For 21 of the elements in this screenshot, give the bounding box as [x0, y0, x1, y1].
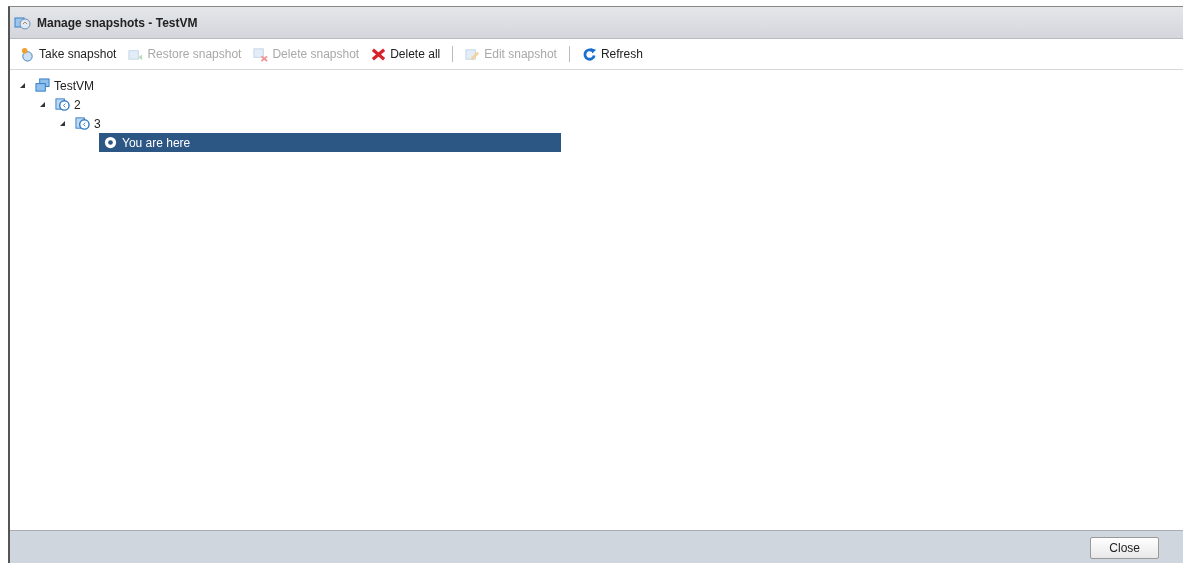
expand-toggle[interactable]: [60, 121, 65, 126]
expand-toggle[interactable]: [20, 83, 25, 88]
delete-icon: [253, 46, 269, 62]
location-icon: [103, 135, 118, 150]
edit-icon: [465, 46, 481, 62]
refresh-icon: [581, 46, 597, 62]
vm-icon: [35, 78, 50, 93]
snapshot-icon: [75, 116, 90, 131]
toolbar-button[interactable]: Take snapshot: [16, 44, 121, 64]
tree-item[interactable]: 3: [71, 114, 105, 133]
x-icon: [371, 46, 387, 62]
expand-toggle[interactable]: [40, 102, 45, 107]
tree-item[interactable]: 2: [51, 95, 85, 114]
tree-item[interactable]: You are here: [99, 133, 561, 152]
toolbar-button[interactable]: Refresh: [577, 44, 647, 64]
tree-item[interactable]: TestVM: [31, 76, 98, 95]
snapshot-icon: [14, 14, 32, 31]
snapshot-icon: [55, 97, 70, 112]
toolbar-button[interactable]: Delete all: [367, 44, 445, 64]
close-button[interactable]: Close: [1090, 536, 1159, 559]
window-title: Manage snapshots - TestVM: [37, 15, 198, 30]
